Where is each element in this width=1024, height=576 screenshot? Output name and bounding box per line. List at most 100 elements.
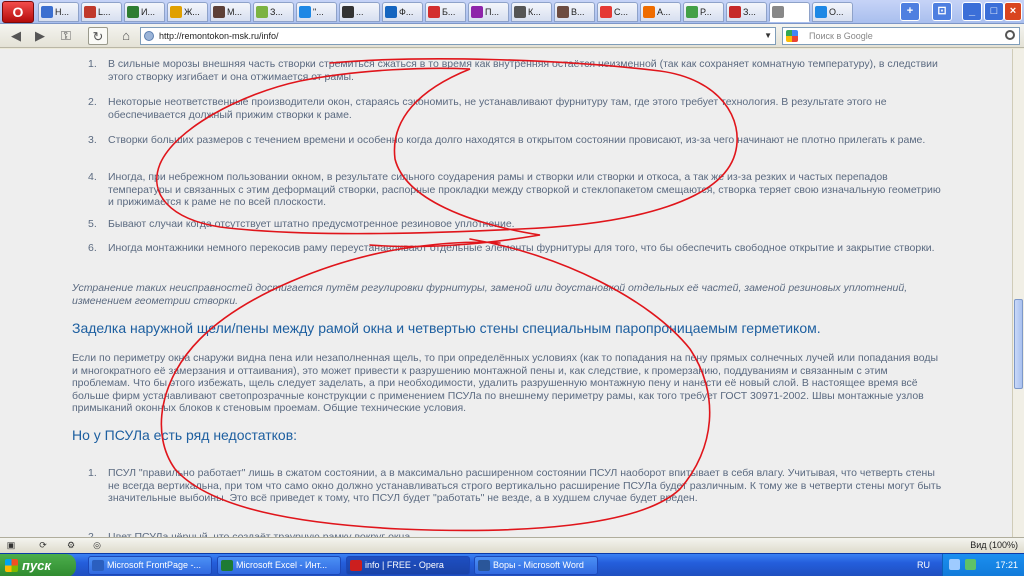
browser-tab[interactable]: С... [597,2,638,22]
network-icon[interactable] [965,559,976,570]
browser-tab[interactable]: П... [468,2,509,22]
list-number: 3. [88,134,97,146]
browser-tab[interactable]: L... [81,2,122,22]
section-heading-sealing: Заделка наружной щели/пены между рамой о… [72,320,821,336]
app-icon [350,560,362,571]
tab-favicon-icon [686,6,698,18]
status-bar: ▣ ⟳ ⚙ ◎ Вид (100%) [0,537,1024,553]
list-text: Створки больших размеров с течением врем… [108,134,926,146]
search-placeholder: Поиск в Google [809,31,873,41]
browser-tab[interactable]: В... [554,2,595,22]
tab-favicon-icon [514,6,526,18]
browser-tab[interactable]: М... [210,2,251,22]
taskbar-window-button[interactable]: Microsoft FrontPage -... [88,556,212,575]
italic-note: Устранение таких неисправностей достигае… [72,282,908,307]
tab-favicon-icon [127,6,139,18]
system-tray: RU 17:21 [917,554,1024,576]
vertical-scrollbar[interactable] [1012,49,1024,537]
tab-label: М... [227,7,242,17]
tab-favicon-icon [213,6,225,18]
new-tab-button[interactable]: + [900,2,920,21]
address-field[interactable]: http://remontokon-msk.ru/info/ ▼ [140,27,776,45]
taskbar-window-label: info | FREE - Opera [365,560,444,570]
browser-tab[interactable]: Р... [683,2,724,22]
browser-tab[interactable]: Б... [425,2,466,22]
browser-tab[interactable]: З... [253,2,294,22]
app-icon [221,560,233,571]
taskbar-window-button[interactable]: Воры - Microsoft Word [474,556,598,575]
tab-label: К... [528,7,541,17]
browser-tab[interactable]: З... [726,2,767,22]
close-window-button[interactable]: × [1004,2,1022,21]
tab-favicon-icon [299,6,311,18]
start-button[interactable]: пуск [0,554,76,576]
tab-favicon-icon [471,6,483,18]
browser-tab[interactable]: И... [124,2,165,22]
taskbar-window-button[interactable]: info | FREE - Opera [346,556,470,575]
windows-taskbar: пуск Microsoft FrontPage -... Microsoft E… [0,553,1024,576]
search-icon[interactable] [1005,30,1015,40]
reload-icon[interactable]: ↻ [88,27,108,45]
trash-icon[interactable]: ⊡ [932,2,952,21]
search-input[interactable]: Поиск в Google [782,27,1020,45]
tab-label: Н... [55,7,70,17]
tab-favicon-icon [557,6,569,18]
taskbar-window-label: Microsoft Excel - Инт... [236,560,328,570]
tab-favicon-icon [41,6,53,18]
chevron-down-icon[interactable]: ▼ [764,28,772,44]
back-icon[interactable]: ◀ [6,27,26,45]
key-icon[interactable]: ⚿ [56,27,76,45]
speed-dial-icon[interactable]: ⟳ [36,540,50,551]
taskbar-window-button[interactable]: Microsoft Excel - Инт... [217,556,341,575]
home-icon[interactable]: ⌂ [116,27,136,45]
list-text: ПСУЛ "правильно работает" лишь в сжатом … [108,467,942,504]
browser-tab[interactable] [769,2,810,22]
tab-favicon-icon [600,6,612,18]
tab-favicon-icon [428,6,440,18]
url-text: http://remontokon-msk.ru/info/ [159,31,279,41]
tab-label: П... [485,7,499,17]
panel-toggle-icon[interactable]: ▣ [4,540,18,551]
tab-label: И... [141,7,155,17]
language-indicator[interactable]: RU [917,560,930,570]
list-number: 1. [88,467,97,479]
tab-favicon-icon [815,6,827,18]
tab-label: О... [829,7,844,17]
tab-list: Н... L... И... Ж... М... З... "...... Ф... Б... П… [38,2,853,22]
settings-icon[interactable]: ⚙ [64,540,78,551]
scrollbar-thumb[interactable] [1014,299,1023,389]
list-text: Иногда монтажники немного перекосив раму… [108,242,935,254]
tab-label: L... [98,7,111,17]
opera-menu-button[interactable]: O [2,1,34,23]
browser-tab[interactable]: Ж... [167,2,208,22]
list-text: В сильные морозы внешняя часть створки с… [108,58,938,83]
browser-tab[interactable]: "... [296,2,337,22]
minimize-button[interactable]: _ [962,2,982,21]
browser-tab[interactable]: О... [812,2,853,22]
speaker-icon[interactable] [949,559,960,570]
browser-tab[interactable]: Н... [38,2,79,22]
tab-favicon-icon [84,6,96,18]
browser-tab[interactable]: А... [640,2,681,22]
browser-tab[interactable]: Ф... [382,2,423,22]
zoom-level[interactable]: Вид (100%) [970,540,1018,550]
taskbar-window-label: Microsoft FrontPage -... [107,560,202,570]
app-icon [478,560,490,571]
app-icon [92,560,104,571]
tab-favicon-icon [342,6,354,18]
list-number: 4. [88,171,97,183]
google-icon[interactable] [786,30,798,42]
browser-tab[interactable]: ... [339,2,380,22]
taskbar-window-label: Воры - Microsoft Word [493,560,584,570]
browser-tab[interactable]: К... [511,2,552,22]
tab-favicon-icon [256,6,268,18]
address-toolbar: ◀ ▶ ⚿ ↻ ⌂ http://remontokon-msk.ru/info/… [0,24,1024,48]
page-content: 1. В сильные морозы внешняя часть створки… [0,49,1012,537]
list-number: 5. [88,218,97,230]
tab-strip: O Н... L... И... Ж... М... З... "...... Ф... Б..… [0,0,1024,24]
globe-icon [144,31,154,41]
maximize-button[interactable]: □ [984,2,1004,21]
turbo-icon[interactable]: ◎ [90,540,104,551]
forward-icon[interactable]: ▶ [30,27,50,45]
tab-favicon-icon [170,6,182,18]
